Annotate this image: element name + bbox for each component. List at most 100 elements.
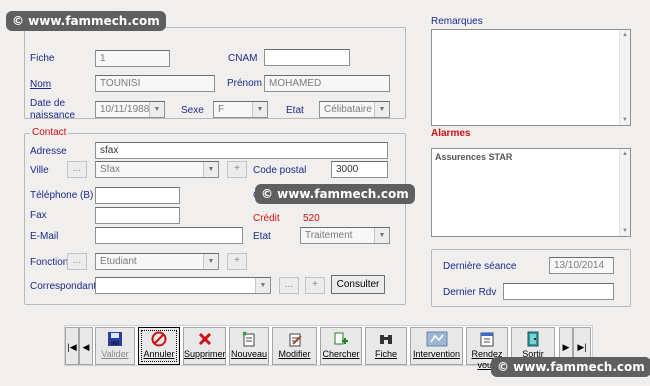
alarmes-scrollbar[interactable]: ▲ ▼ (619, 149, 630, 236)
watermark-bottom-right: © www.fammech.com (491, 357, 650, 377)
fonction-dropdown-icon[interactable]: ▼ (203, 254, 218, 269)
fonction-label: Fonction (30, 257, 69, 268)
cnam-field[interactable] (264, 49, 350, 66)
previous-record-button[interactable]: ◀ (79, 327, 93, 365)
dob-dropdown-icon[interactable]: ▼ (149, 102, 164, 117)
code-postal-field[interactable]: 3000 (331, 161, 388, 178)
fiche-field[interactable]: 1 (95, 50, 170, 67)
etat-traitement-value: Traitement (305, 230, 353, 241)
fonction-select[interactable]: Etudiant ▼ (95, 253, 219, 270)
nom-field[interactable]: TOUNISI (95, 75, 215, 92)
ville-select[interactable]: Sfax ▼ (95, 161, 219, 178)
watermark-top-left: © www.fammech.com (6, 11, 166, 31)
chercher-label: Chercher (322, 349, 360, 359)
ville-dropdown-icon[interactable]: ▼ (203, 162, 218, 177)
fiche-label: Fiche (374, 349, 397, 359)
etat-traitement-label: Etat (253, 231, 271, 242)
fonction-add-button[interactable]: + (227, 253, 247, 270)
email-label: E-Mail (30, 231, 59, 242)
scroll-up-icon[interactable]: ▲ (620, 151, 630, 157)
etat-civil-dropdown-icon[interactable]: ▼ (374, 102, 389, 117)
intervention-label: Intervention (412, 349, 461, 359)
remarques-textarea[interactable]: ▲ ▼ (431, 29, 631, 126)
alarmes-label: Alarmes (431, 128, 471, 139)
fax-field[interactable] (95, 207, 180, 224)
etat-traitement-dropdown-icon[interactable]: ▼ (374, 228, 389, 243)
ville-label: Ville (30, 165, 49, 176)
scroll-down-icon[interactable]: ▼ (620, 117, 630, 123)
fonction-value: Etudiant (100, 256, 137, 267)
dob-field[interactable]: 10/11/1988 ▼ (95, 101, 165, 118)
etat-traitement-select[interactable]: Traitement ▼ (300, 227, 390, 244)
adresse-label: Adresse (30, 146, 67, 157)
sexe-value: F (218, 104, 225, 115)
nouveau-button[interactable]: Nouveau (229, 327, 269, 365)
cnam-label: CNAM (228, 53, 258, 64)
derniere-seance-field[interactable]: 13/10/2014 (549, 257, 614, 274)
ville-value: Sfax (100, 164, 121, 175)
dernier-rdv-field[interactable] (503, 283, 614, 300)
telephone-field[interactable] (95, 187, 180, 204)
remarques-scrollbar[interactable]: ▲ ▼ (619, 30, 630, 125)
sexe-dropdown-icon[interactable]: ▼ (252, 102, 267, 117)
nom-label: Nom (30, 79, 52, 90)
scroll-down-icon[interactable]: ▼ (620, 228, 630, 234)
dernier-rdv-label: Dernier Rdv (443, 287, 497, 298)
derniere-seance-label: Dernière séance (443, 261, 517, 272)
ville-add-button[interactable]: + (227, 161, 247, 178)
consulter-button[interactable]: Consulter (331, 275, 385, 294)
prenom-field[interactable]: MOHAMED (264, 75, 390, 92)
binoculars-icon (366, 331, 406, 349)
etat-civil-value: Célibataire (324, 104, 372, 115)
dob-label-line2: naissance (30, 110, 76, 121)
code-postal-label: Code postal (253, 165, 307, 176)
sexe-label: Sexe (181, 105, 204, 116)
remarques-label: Remarques (431, 16, 483, 27)
first-record-button[interactable]: |◀ (65, 327, 79, 365)
credit-label: Crédit (253, 213, 280, 224)
email-field[interactable] (95, 227, 243, 244)
fiche-button[interactable]: Fiche (365, 327, 407, 365)
contact-title: Contact (30, 127, 69, 139)
intervention-button[interactable]: Intervention (410, 327, 463, 365)
dob-label-line1: Date de (30, 98, 66, 109)
sexe-select[interactable]: F ▼ (213, 101, 268, 118)
exit-door-icon (512, 331, 554, 349)
telephone-label: Téléphone (B) (30, 190, 94, 201)
credit-value: 520 (303, 213, 320, 224)
dob-value: 10/11/1988 (100, 104, 150, 115)
prenom-label: Prénom (227, 78, 263, 89)
watermark-center: © www.fammech.com (255, 184, 415, 204)
delete-icon (184, 331, 225, 349)
alarmes-textarea[interactable]: Assurences STAR ▲ ▼ (431, 148, 631, 237)
calendar-icon (467, 331, 507, 349)
scroll-up-icon[interactable]: ▲ (620, 32, 630, 38)
nouveau-label: Nouveau (230, 349, 268, 359)
supprimer-button[interactable]: Supprimer (183, 327, 226, 365)
etat-civil-select[interactable]: Célibataire ▼ (319, 101, 390, 118)
annuler-button[interactable]: Annuler (138, 327, 180, 365)
annuler-label: Annuler (143, 349, 175, 359)
etat-civil-label: Etat (286, 105, 304, 116)
chercher-button[interactable]: Chercher (320, 327, 362, 365)
fiche-label: Fiche (30, 53, 55, 64)
alarmes-value: Assurences STAR (435, 152, 513, 162)
edit-document-icon (273, 331, 316, 349)
xray-image-icon (411, 331, 462, 349)
correspondant-select[interactable]: ▼ (95, 277, 271, 294)
valider-label: Valider (101, 349, 129, 359)
valider-button[interactable]: Valider (95, 327, 135, 365)
adresse-field[interactable]: sfax (95, 142, 388, 159)
modifier-button[interactable]: Modifier (272, 327, 317, 365)
new-document-icon (230, 331, 268, 349)
save-icon (96, 331, 134, 349)
fax-label: Fax (30, 210, 47, 221)
correspondant-label: Correspondant (30, 281, 97, 292)
correspondant-dropdown-icon[interactable]: ▼ (255, 278, 270, 293)
correspondant-browse-button[interactable]: ... (279, 277, 299, 294)
fonction-browse-button[interactable]: ... (67, 253, 87, 270)
correspondant-add-button[interactable]: + (305, 277, 325, 294)
ville-browse-button[interactable]: ... (67, 161, 87, 178)
cancel-icon (139, 331, 179, 349)
modifier-label: Modifier (278, 349, 311, 359)
